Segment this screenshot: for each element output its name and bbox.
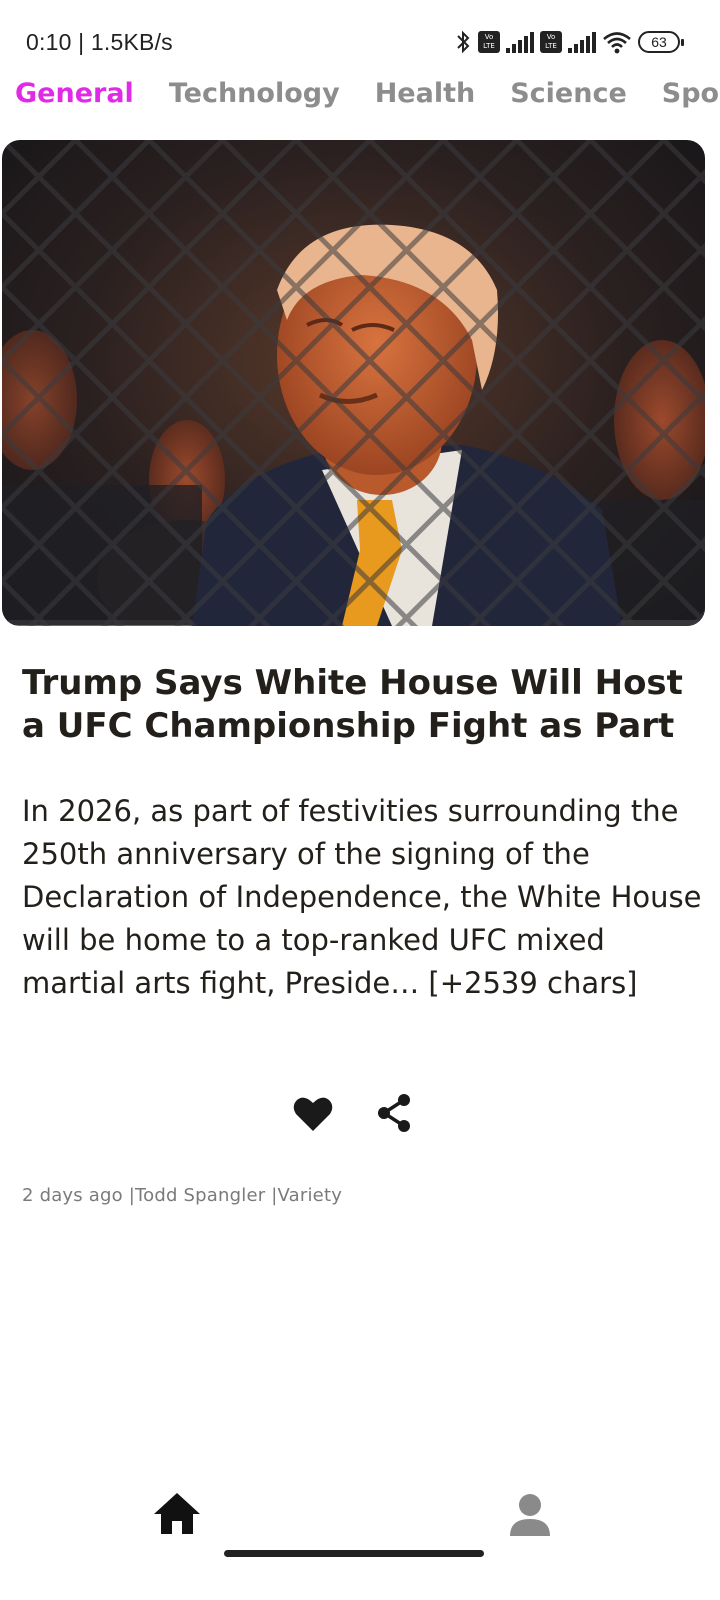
article-meta: 2 days ago |Todd Spangler |Variety bbox=[22, 1185, 343, 1206]
bottom-nav bbox=[0, 1480, 720, 1580]
heart-icon[interactable] bbox=[292, 1094, 334, 1134]
article-description: In 2026, as part of festivities surround… bbox=[22, 794, 702, 1000]
status-icons: Vo LTE Vo LTE 63 bbox=[454, 28, 684, 56]
volte-icon-2: Vo LTE bbox=[540, 31, 562, 53]
bluetooth-icon bbox=[457, 30, 470, 54]
tab-general[interactable]: General bbox=[15, 78, 134, 122]
news-photo-icon bbox=[2, 140, 705, 626]
status-bar: 0:10 | 1.5KB/s Vo LTE Vo LTE 63 bbox=[0, 0, 720, 80]
share-icon[interactable] bbox=[374, 1092, 414, 1134]
status-time-speed: 0:10 | 1.5KB/s bbox=[26, 29, 173, 55]
tab-sports[interactable]: Sports bbox=[662, 78, 720, 122]
home-indicator[interactable] bbox=[224, 1550, 484, 1557]
tab-science[interactable]: Science bbox=[510, 78, 627, 122]
category-tabs: General Technology Health Science Sports bbox=[15, 78, 720, 122]
article-image[interactable] bbox=[2, 140, 705, 626]
article-headline[interactable]: Trump Says White House Will Host a UFC C… bbox=[22, 662, 702, 748]
person-icon[interactable] bbox=[508, 1492, 552, 1536]
tab-health[interactable]: Health bbox=[375, 78, 476, 122]
tab-technology[interactable]: Technology bbox=[169, 78, 340, 122]
signal-icon bbox=[506, 31, 534, 53]
signal-icon-2 bbox=[568, 31, 596, 53]
home-icon[interactable] bbox=[152, 1490, 202, 1536]
volte-icon: Vo LTE bbox=[478, 31, 500, 53]
battery-icon: 63 bbox=[638, 31, 684, 53]
wifi-icon bbox=[603, 32, 631, 54]
article-actions bbox=[0, 1092, 720, 1138]
